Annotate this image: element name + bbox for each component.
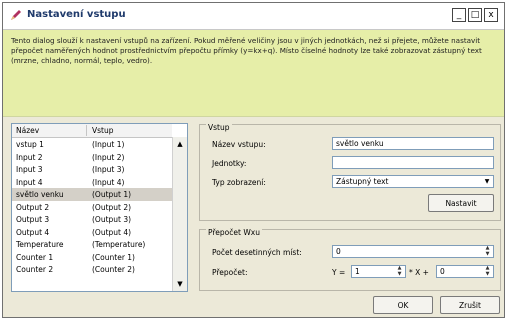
- list-header: Název Vstup: [12, 124, 172, 138]
- info-text: Tento dialog slouží k nastavení vstupů n…: [11, 36, 482, 65]
- scroll-up-icon[interactable]: ▲: [174, 138, 186, 150]
- row-name: Output 2: [16, 202, 50, 212]
- decimals-stepper[interactable]: 0 ▲ ▼: [332, 245, 494, 258]
- list-row[interactable]: Input 3 (Input 3): [12, 163, 172, 176]
- list-row[interactable]: Input 4 (Input 4): [12, 176, 172, 189]
- row-input: (Counter 1): [92, 252, 135, 262]
- row-name: Counter 2: [16, 265, 54, 274]
- display-type-select[interactable]: Zástupný text ▼: [332, 175, 494, 188]
- set-button[interactable]: Nastavit: [428, 194, 494, 212]
- minimize-button[interactable]: _: [452, 8, 466, 22]
- k-stepper[interactable]: 1 ▲ ▼: [351, 265, 406, 278]
- display-type-value: Zástupný text: [336, 177, 389, 186]
- row-name: světlo venku: [16, 190, 64, 199]
- list-row[interactable]: Temperature (Temperature): [12, 238, 172, 251]
- list-row[interactable]: Counter 2 (Counter 2): [12, 263, 172, 276]
- list-row[interactable]: Counter 1 (Counter 1): [12, 251, 172, 264]
- title-bar: Nastavení vstupu _ □ x: [3, 3, 504, 30]
- row-input: (Temperature): [92, 240, 146, 249]
- close-button[interactable]: x: [484, 8, 498, 22]
- prepocet-group: Přepočet Wxu Počet desetinných míst: 0 ▲…: [199, 228, 501, 291]
- pencil-icon: [11, 10, 21, 20]
- units-label: Jednotky:: [212, 159, 247, 168]
- row-name: Input 4: [16, 177, 43, 187]
- ok-button[interactable]: OK: [373, 296, 433, 314]
- q-value: 0: [440, 267, 445, 276]
- vstup-group: Vstup Název vstupu: světlo venku Jednotk…: [199, 123, 501, 221]
- column-header-name[interactable]: Název: [16, 126, 39, 135]
- list-scrollbar[interactable]: ▲ ▼: [172, 137, 187, 291]
- decimals-value: 0: [336, 247, 341, 256]
- row-input: (Output 3): [92, 215, 132, 224]
- row-name: Temperature: [16, 240, 64, 249]
- row-name: Input 3: [16, 165, 43, 174]
- x-plus-text: * X +: [409, 268, 429, 277]
- name-label: Název vstupu:: [212, 140, 266, 149]
- list-rows: vstup 1 (Input 1) Input 2 (Input 2) Input …: [12, 138, 172, 276]
- vstup-group-title: Vstup: [206, 123, 232, 132]
- cancel-button[interactable]: Zrušit: [440, 296, 500, 314]
- input-list[interactable]: Název Vstup vstup 1 (Input 1) Input 2 (Inp…: [11, 123, 188, 292]
- row-name: Output 3: [16, 215, 50, 224]
- units-input[interactable]: [332, 156, 494, 169]
- spin-arrows-icon[interactable]: ▲ ▼: [483, 246, 492, 257]
- display-type-label: Typ zobrazení:: [212, 178, 266, 187]
- row-input: (Output 2): [92, 202, 132, 212]
- list-row[interactable]: Output 3 (Output 3): [12, 213, 172, 226]
- list-row[interactable]: Output 2 (Output 2): [12, 201, 172, 214]
- row-input: (Input 2): [92, 152, 125, 162]
- row-name: Counter 1: [16, 252, 54, 262]
- dialog-window: Nastavení vstupu _ □ x Tento dialog slou…: [2, 2, 505, 318]
- y-prefix: Y =: [332, 268, 346, 277]
- list-row-selected[interactable]: světlo venku (Output 1): [12, 188, 172, 201]
- row-input: (Output 1): [92, 190, 132, 199]
- row-input: (Input 4): [92, 177, 125, 187]
- chevron-down-icon[interactable]: ▼: [482, 177, 492, 186]
- name-input[interactable]: světlo venku: [332, 137, 494, 150]
- column-separator: [86, 125, 87, 136]
- column-header-input[interactable]: Vstup: [92, 126, 114, 135]
- list-row[interactable]: Input 2 (Input 2): [12, 151, 172, 164]
- spin-arrows-icon[interactable]: ▲ ▼: [483, 266, 492, 277]
- row-name: Output 4: [16, 227, 50, 237]
- row-input: (Input 3): [92, 165, 125, 174]
- prepocet-group-title: Přepočet Wxu: [206, 228, 262, 237]
- maximize-button[interactable]: □: [468, 8, 482, 22]
- row-input: (Output 4): [92, 227, 132, 237]
- row-name: Input 2: [16, 152, 43, 162]
- window-title: Nastavení vstupu: [27, 9, 126, 20]
- k-value: 1: [355, 267, 360, 276]
- list-row[interactable]: Output 4 (Output 4): [12, 226, 172, 239]
- decimals-label: Počet desetinných míst:: [212, 248, 302, 257]
- q-stepper[interactable]: 0 ▲ ▼: [436, 265, 494, 278]
- spin-arrows-icon[interactable]: ▲ ▼: [395, 266, 404, 277]
- conversion-label: Přepočet:: [212, 268, 248, 277]
- row-name: vstup 1: [16, 140, 44, 149]
- row-input: (Input 1): [92, 140, 125, 149]
- info-panel: Tento dialog slouží k nastavení vstupů n…: [3, 30, 504, 117]
- scroll-down-icon[interactable]: ▼: [174, 278, 186, 290]
- row-input: (Counter 2): [92, 265, 135, 274]
- list-row[interactable]: vstup 1 (Input 1): [12, 138, 172, 151]
